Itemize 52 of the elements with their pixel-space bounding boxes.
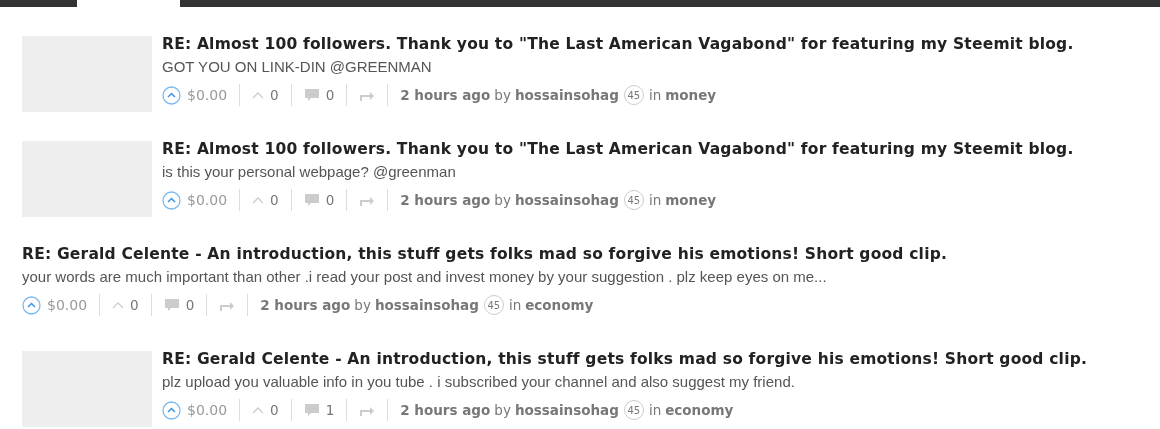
post-time[interactable]: 2 hours ago	[400, 87, 491, 103]
caret-icon	[252, 91, 265, 99]
caret-icon	[252, 406, 265, 414]
upvote-icon[interactable]	[22, 295, 41, 315]
post-title[interactable]: RE: Almost 100 followers. Thank you to "The Last American Vagabond" for featuring my Steemit blog.	[162, 35, 1074, 53]
post-excerpt: your words are much important than other .i read your post and invest money by your suggestion . plz keep eyes on me...	[22, 268, 828, 285]
vote-count[interactable]: 0	[270, 402, 279, 418]
by-label: by	[354, 297, 371, 313]
category-link[interactable]: money	[665, 87, 717, 103]
author-link[interactable]: hossainsohag	[514, 87, 619, 103]
post-excerpt: is this your personal webpage? @greenman	[162, 163, 457, 180]
by-label: by	[494, 192, 511, 208]
vote-count[interactable]: 0	[270, 192, 279, 208]
by-label: by	[494, 87, 511, 103]
comment-count[interactable]: 0	[185, 297, 195, 313]
payout-amount[interactable]: $0.00	[47, 297, 88, 313]
post-time[interactable]: 2 hours ago	[400, 402, 491, 418]
in-label: in	[648, 402, 662, 418]
upvote-icon[interactable]	[162, 190, 181, 210]
comment-count[interactable]: 1	[325, 402, 335, 418]
in-label: in	[648, 87, 662, 103]
comment-icon[interactable]	[303, 402, 320, 418]
author-link[interactable]: hossainsohag	[374, 297, 479, 313]
vote-count[interactable]: 0	[270, 87, 279, 103]
caret-icon	[252, 196, 265, 204]
in-label: in	[508, 297, 522, 313]
post-excerpt: plz upload you valuable info in you tube . i subscribed your channel and also suggest my friend.	[162, 373, 796, 390]
comment-count[interactable]: 0	[325, 192, 335, 208]
category-link[interactable]: economy	[665, 402, 734, 418]
post-time[interactable]: 2 hours ago	[400, 192, 491, 208]
category-link[interactable]: economy	[525, 297, 594, 313]
post-title[interactable]: RE: Gerald Celente - An introduction, this stuff gets folks mad so forgive his emotions! Short good clip.	[22, 245, 948, 263]
in-label: in	[648, 192, 662, 208]
comment-icon[interactable]	[163, 297, 180, 313]
post-time[interactable]: 2 hours ago	[260, 297, 351, 313]
post-title[interactable]: RE: Almost 100 followers. Thank you to "The Last American Vagabond" for featuring my Steemit blog.	[162, 140, 1074, 158]
vote-count[interactable]: 0	[130, 297, 139, 313]
payout-amount[interactable]: $0.00	[187, 87, 228, 103]
caret-icon	[112, 301, 125, 309]
by-label: by	[494, 402, 511, 418]
comment-icon[interactable]	[303, 87, 320, 103]
comment-count[interactable]: 0	[325, 87, 335, 103]
post-excerpt: GOT YOU ON LINK-DIN @GREENMAN	[162, 58, 433, 75]
author-link[interactable]: hossainsohag	[514, 402, 619, 418]
payout-amount[interactable]: $0.00	[187, 192, 228, 208]
upvote-icon[interactable]	[162, 85, 181, 105]
upvote-icon[interactable]	[162, 400, 181, 420]
payout-amount[interactable]: $0.00	[187, 402, 228, 418]
post-title[interactable]: RE: Gerald Celente - An introduction, this stuff gets folks mad so forgive his emotions! Short good clip.	[162, 350, 1088, 368]
comment-icon[interactable]	[303, 192, 320, 208]
category-link[interactable]: money	[665, 192, 717, 208]
author-link[interactable]: hossainsohag	[514, 192, 619, 208]
